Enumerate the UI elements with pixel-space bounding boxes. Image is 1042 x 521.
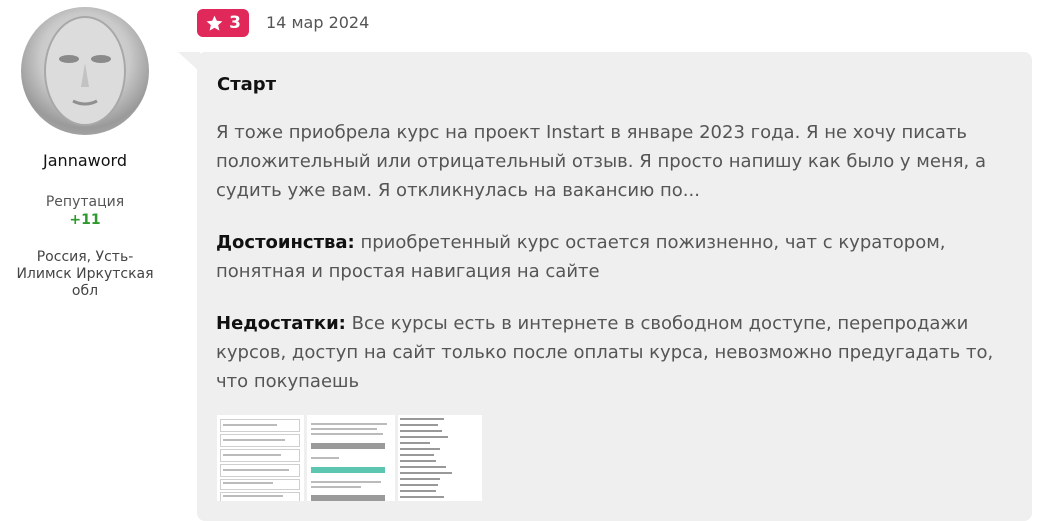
author-username[interactable]: Jannaword (0, 151, 170, 170)
cons-label: Недостатки: (216, 313, 346, 334)
rating-value: 3 (229, 13, 241, 33)
review-title[interactable]: Старт (217, 74, 276, 95)
review-date: 14 мар 2024 (266, 13, 370, 32)
review-photos (217, 415, 482, 501)
review-cons: Недостатки: Все курсы есть в интернете в… (216, 309, 1016, 396)
review-body[interactable]: Я тоже приобрела курс на проект Instart … (216, 118, 1016, 205)
avatar-mask-image (44, 16, 126, 126)
avatar[interactable] (21, 7, 149, 135)
review-photo-thumbnail[interactable] (398, 415, 482, 501)
reputation-value: +11 (69, 212, 101, 228)
pros-label: Достоинства: (216, 232, 355, 253)
author-location: Россия, Усть-Илимск Иркутская обл (16, 249, 154, 299)
review-photo-thumbnail[interactable] (307, 415, 395, 501)
review-photo-thumbnail[interactable] (217, 415, 304, 501)
star-icon (206, 15, 223, 31)
reputation-label: Репутация (45, 194, 125, 210)
rating-badge: 3 (197, 9, 249, 37)
review-pros: Достоинства: приобретенный курс остается… (216, 228, 1016, 286)
